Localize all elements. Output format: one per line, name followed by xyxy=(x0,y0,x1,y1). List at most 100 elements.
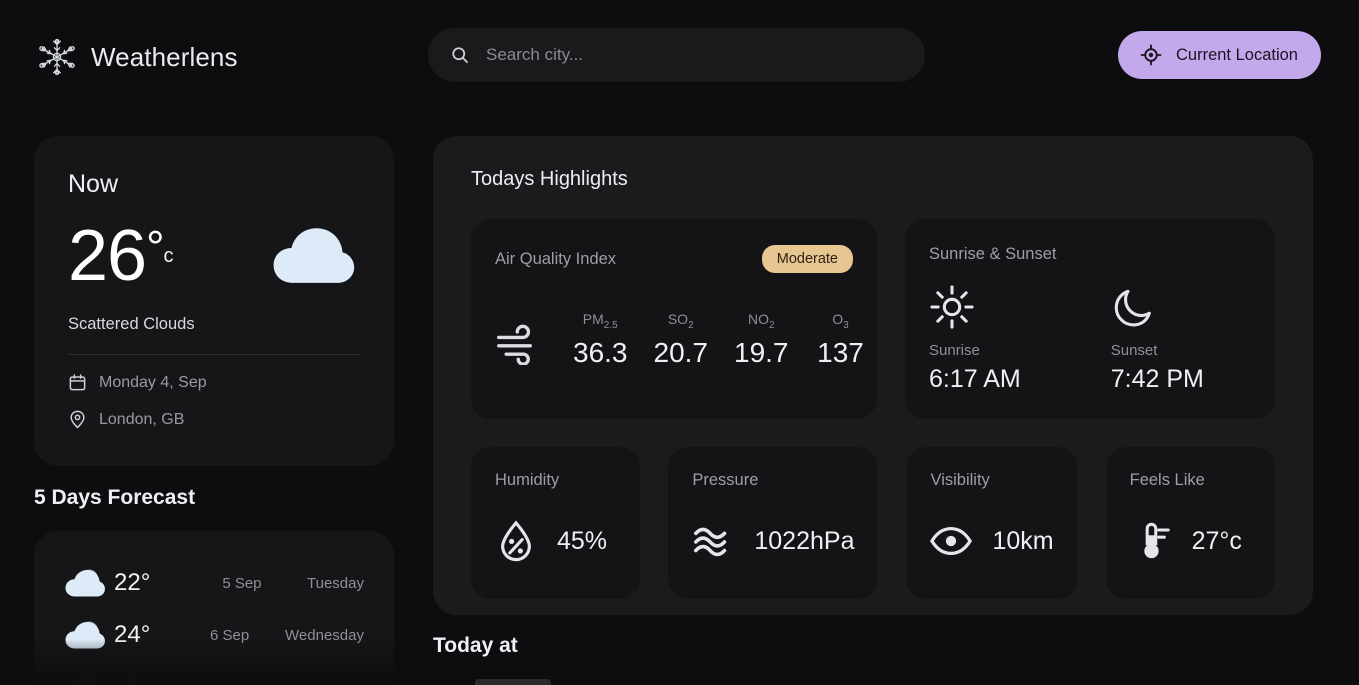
forecast-temp: 22° xyxy=(114,569,151,596)
metric-subscript: 2 xyxy=(768,319,775,331)
app-header: Weatherlens Current Location xyxy=(0,0,1359,112)
search-icon xyxy=(452,47,468,64)
metric-subscript: 3 xyxy=(843,319,849,331)
metric-name: NO2 xyxy=(734,311,789,331)
forecast-temp: 24° xyxy=(114,621,151,648)
air-quality-metrics: PM2.5 36.3 SO2 20.7 NO2 19.7 O3 137 xyxy=(573,311,867,369)
cloudy-icon xyxy=(65,569,105,597)
feels-like-label: Feels Like xyxy=(1129,471,1205,489)
forecast-day: Thursday xyxy=(301,679,364,685)
now-location-row: London, GB xyxy=(68,410,360,429)
metric-name-text: NO xyxy=(747,311,769,327)
now-temperature: 26°c xyxy=(68,216,174,296)
forecast-date: 6 Sep xyxy=(210,626,250,644)
humidity-body: 45% xyxy=(495,520,616,562)
now-condition-description: Scattered Clouds xyxy=(68,315,195,333)
feels-like-value: 27°c xyxy=(1191,526,1242,555)
eye-icon xyxy=(930,526,973,556)
today-at-first-card[interactable] xyxy=(475,679,551,685)
visibility-card: Visibility 10km xyxy=(906,447,1078,599)
pressure-value: 1022hPa xyxy=(754,526,855,555)
now-title: Now xyxy=(68,170,119,198)
forecast-day: Tuesday xyxy=(307,574,364,592)
feels-like-body: 27°c xyxy=(1130,520,1251,562)
sun-icon xyxy=(930,285,974,329)
snowflake-icon xyxy=(39,38,75,76)
sunrise-block: Sunrise 6:17 AM xyxy=(929,284,1021,394)
cloud-icon xyxy=(273,228,355,283)
metric-value: 137 xyxy=(817,336,864,368)
map-pin-icon xyxy=(70,410,85,429)
highlights-title: Todays Highlights xyxy=(471,168,628,190)
search-input[interactable] xyxy=(486,45,903,65)
humidity-droplet-icon xyxy=(501,520,531,562)
air-quality-metric: O3 137 xyxy=(815,311,867,369)
sunrise-time: 6:17 AM xyxy=(929,365,1021,393)
now-date: Monday 4, Sep xyxy=(99,373,207,391)
pressure-label: Pressure xyxy=(692,471,759,489)
calendar-icon xyxy=(69,374,86,391)
forecast-row[interactable]: 22° 5 Sep Tuesday xyxy=(64,557,364,609)
partly-sunny-icon xyxy=(69,672,100,685)
metric-name-text: PM xyxy=(582,311,604,327)
air-quality-metric: PM2.5 36.3 xyxy=(573,311,628,369)
degree-symbol: ° xyxy=(146,221,164,273)
search-bar[interactable] xyxy=(428,28,925,82)
forecast-row[interactable]: 25° 7 Sep Thursday xyxy=(64,661,364,685)
metric-name-text: SO xyxy=(667,311,689,327)
forecast-date: 5 Sep xyxy=(222,574,262,592)
wind-icon xyxy=(497,324,532,365)
now-date-row: Monday 4, Sep xyxy=(68,373,360,392)
visibility-value: 10km xyxy=(992,526,1054,555)
metric-value: 36.3 xyxy=(573,336,628,368)
humidity-label: Humidity xyxy=(495,471,560,489)
air-quality-metric: NO2 19.7 xyxy=(734,311,789,369)
today-at-title: Today at xyxy=(433,634,518,657)
todays-highlights-panel: Todays Highlights Air Quality Index Mode… xyxy=(433,136,1313,615)
forecast-temp: 25° xyxy=(114,673,219,685)
sunrise-sunset-label: Sunrise & Sunset xyxy=(929,245,1057,263)
metric-name: SO2 xyxy=(654,311,709,331)
weather-dashboard: Weatherlens Current Location Now xyxy=(0,0,1359,685)
current-location-button[interactable]: Current Location xyxy=(1118,31,1321,79)
gps-target-icon xyxy=(1140,44,1162,66)
air-quality-label: Air Quality Index xyxy=(495,249,617,268)
metric-name-text: O xyxy=(832,311,844,327)
air-quality-body: PM2.5 36.3 SO2 20.7 NO2 19.7 O3 137 xyxy=(495,311,864,369)
now-temperature-value: 26 xyxy=(68,216,147,296)
sunrise-sunset-card: Sunrise & Sunset Sunrise 6:17 AM Sunset … xyxy=(905,219,1275,419)
highlights-metric-row: Humidity 45% Pressure 1022hPa Visibility… xyxy=(471,447,1275,599)
sunrise-label: Sunrise xyxy=(929,342,980,359)
cloudy-icon xyxy=(65,621,105,649)
forecast-title: 5 Days Forecast xyxy=(34,486,196,509)
brand: Weatherlens xyxy=(36,36,238,78)
sunset-block: Sunset 7:42 PM xyxy=(1111,284,1204,394)
current-location-label: Current Location xyxy=(1176,45,1298,64)
metric-subscript: 2 xyxy=(688,319,694,331)
forecast-row[interactable]: 24° 6 Sep Wednesday xyxy=(64,609,364,661)
pressure-card: Pressure 1022hPa xyxy=(668,447,879,599)
metric-name: O3 xyxy=(815,311,867,331)
air-quality-metric: SO2 20.7 xyxy=(654,311,709,369)
moon-icon xyxy=(1114,289,1151,327)
visibility-label: Visibility xyxy=(930,471,990,489)
metric-subscript: 2.5 xyxy=(603,319,618,331)
now-location: London, GB xyxy=(99,410,185,428)
metric-value: 19.7 xyxy=(734,336,789,368)
current-weather-card: Now 26°c Scattered Clouds Monday 4, Sep xyxy=(34,136,394,466)
divider xyxy=(68,354,360,355)
highlights-top-row: Air Quality Index Moderate PM2.5 36.3 SO… xyxy=(471,219,1275,419)
humidity-value: 45% xyxy=(557,526,608,555)
now-temperature-row: 26°c xyxy=(68,217,360,295)
feels-like-card: Feels Like 27°c xyxy=(1105,447,1275,599)
pressure-waves-icon xyxy=(694,527,727,557)
air-quality-card: Air Quality Index Moderate PM2.5 36.3 SO… xyxy=(471,219,877,419)
forecast-card: 22° 5 Sep Tuesday 24° 6 Sep Wednesday 25… xyxy=(34,531,394,685)
sunset-time: 7:42 PM xyxy=(1110,365,1204,393)
forecast-date: 7 Sep xyxy=(219,679,301,685)
temperature-unit: c xyxy=(163,245,174,267)
pressure-body: 1022hPa xyxy=(692,520,854,562)
air-quality-status-badge: Moderate xyxy=(761,245,853,273)
forecast-day: Wednesday xyxy=(285,626,364,644)
humidity-card: Humidity 45% xyxy=(471,447,641,599)
